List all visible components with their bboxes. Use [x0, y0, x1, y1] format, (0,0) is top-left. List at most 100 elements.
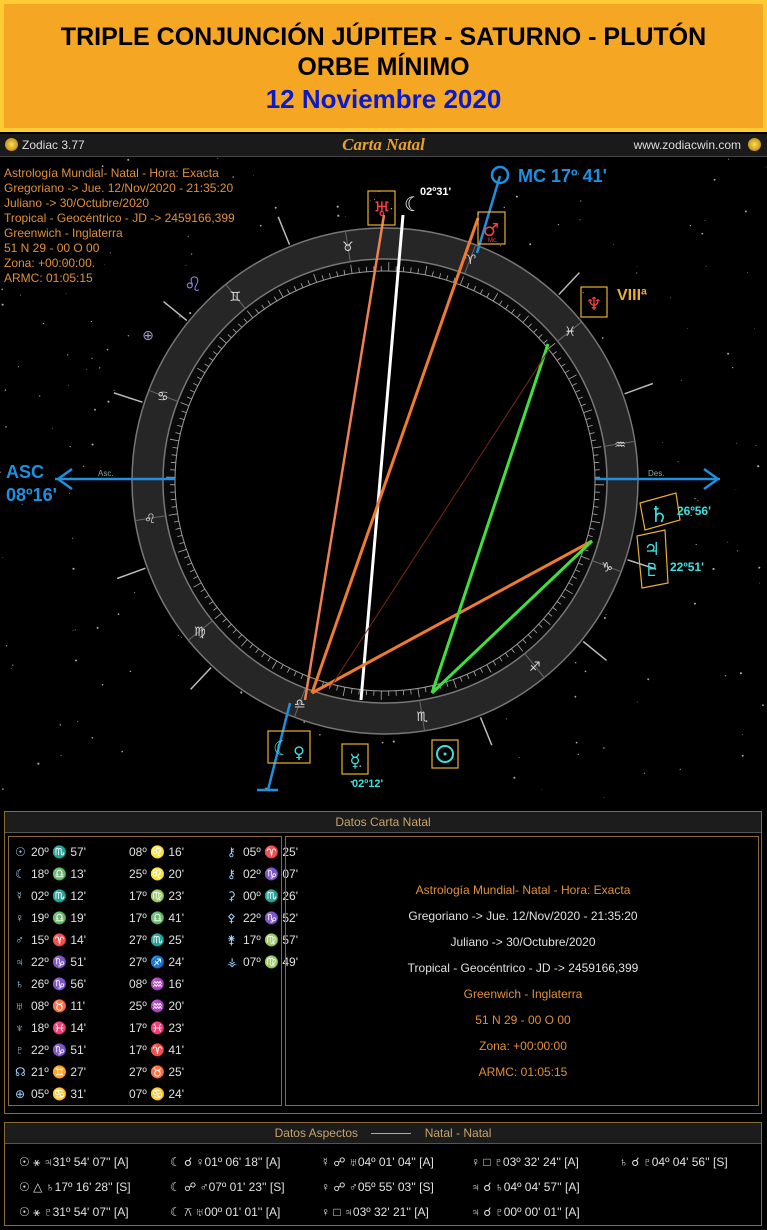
star [19, 294, 21, 296]
info-line: Tropical - Geocéntrico - JD -> 2459166,3… [4, 211, 235, 225]
info-line: 51 N 29 - 00 O 00 [4, 241, 100, 255]
planet-glyph-icon: ♃ [15, 955, 24, 969]
zodiac-sign-icon: ♊ [229, 290, 241, 305]
star [11, 668, 13, 669]
house-spike [190, 666, 212, 690]
star [2, 557, 4, 558]
star [724, 675, 727, 677]
star [705, 265, 707, 267]
star [742, 733, 744, 735]
star [636, 266, 638, 268]
star [728, 158, 730, 160]
star [603, 617, 606, 619]
planet-position: 22º ♑ 51' [31, 1043, 86, 1057]
star [42, 322, 45, 325]
star [217, 158, 219, 159]
aspectos-header-left: Datos Aspectos [274, 1126, 358, 1140]
aspect-entry: ♃ ☌ ♄04º 04' 57'' [A] [471, 1180, 580, 1194]
zodiac-logo-icon-right [748, 138, 761, 151]
planet-row: ♅ 08º ♉ 11' 25º ♒ 20' [15, 999, 243, 1021]
star [574, 695, 577, 698]
star [513, 776, 516, 779]
zodiac-sign-icon: ♍ [194, 625, 206, 640]
cusp-position: 08º ♒ 16' [129, 977, 184, 991]
star [4, 389, 7, 391]
cusp-position: 27º ♐ 24' [129, 955, 184, 969]
star [643, 772, 646, 774]
aspect-entry: ☉ △ ♄17º 16' 28'' [S] [19, 1180, 131, 1194]
star [503, 206, 505, 209]
saturn-degree-label: 26º56' [677, 504, 711, 518]
info-line: Juliano -> 30/Octubre/2020 [4, 196, 150, 210]
planet-position: 19º ♎ 19' [31, 911, 86, 925]
house-spike [116, 567, 146, 580]
star [647, 678, 650, 681]
pluto-icon: ♇ [644, 560, 660, 581]
planet-glyph-icon: ♆ [15, 1021, 24, 1035]
planet-position: 18º ♓ 14' [31, 1021, 86, 1035]
uranus-icon: ♅ [373, 197, 391, 221]
star [582, 292, 584, 294]
star [605, 613, 607, 616]
star [754, 328, 755, 330]
star [336, 205, 339, 208]
star [436, 746, 438, 748]
star [127, 158, 130, 161]
star [541, 789, 542, 790]
house-spike [113, 392, 143, 403]
aspect-entry: ☉ ⚹ ♇31º 54' 07'' [A] [19, 1205, 129, 1219]
planet-glyph-icon: ♀ [15, 911, 24, 925]
cusp-position: 17º ♓ 23' [129, 1021, 184, 1035]
star [575, 741, 578, 744]
star [345, 215, 346, 217]
star [0, 471, 1, 473]
star [5, 426, 7, 428]
planet-position: 21º ♊ 27' [31, 1065, 86, 1079]
sun-icon-dot [443, 752, 447, 756]
star [82, 465, 85, 467]
star [129, 670, 132, 673]
star [613, 244, 614, 245]
star [86, 369, 87, 370]
venus-icon: ♀ [293, 743, 305, 762]
asteroid-glyph-icon: ⚷ [227, 867, 236, 881]
zodiac-sign-icon: ♉ [342, 240, 354, 255]
planet-position: 20º ♏ 57' [31, 845, 86, 859]
star [744, 210, 747, 213]
moon-icon-lower: ☾ [273, 736, 291, 760]
star [500, 245, 502, 247]
aspect-entry: ♃ ☌ ♇00º 00' 01'' [A] [471, 1205, 580, 1219]
star [12, 664, 14, 666]
star [579, 219, 581, 221]
house-spike [163, 301, 188, 322]
star [757, 465, 760, 468]
house-spike [624, 382, 654, 395]
star [91, 443, 94, 446]
star [697, 500, 699, 502]
part-of-fortune-icon: ⊕ [142, 328, 154, 344]
star [70, 476, 72, 478]
star [117, 613, 120, 615]
star [91, 736, 94, 739]
neptune-icon: ♆ [586, 294, 602, 315]
planet-position: 15º ♈ 14' [31, 933, 86, 947]
star [765, 166, 767, 168]
planet-position: 08º ♉ 11' [31, 999, 86, 1013]
summary-line: Zona: +00:00:00 [479, 1039, 567, 1053]
website-link[interactable]: www.zodiacwin.com [634, 138, 741, 152]
star [669, 297, 671, 299]
star [584, 670, 587, 673]
planet-glyph-icon: ♇ [15, 1043, 24, 1057]
star [52, 427, 53, 429]
star [679, 768, 681, 771]
star [1, 303, 4, 306]
star [17, 366, 20, 368]
banner-subtitle: ORBE MÍNIMO [297, 53, 470, 81]
planet-glyph-icon: ☾ [15, 867, 26, 881]
mc-small-label: Mc. [488, 238, 498, 244]
star [603, 747, 605, 749]
star [762, 704, 764, 707]
mc-label: MC 17º 41' [518, 166, 607, 186]
star [1, 288, 3, 291]
star [189, 312, 192, 315]
